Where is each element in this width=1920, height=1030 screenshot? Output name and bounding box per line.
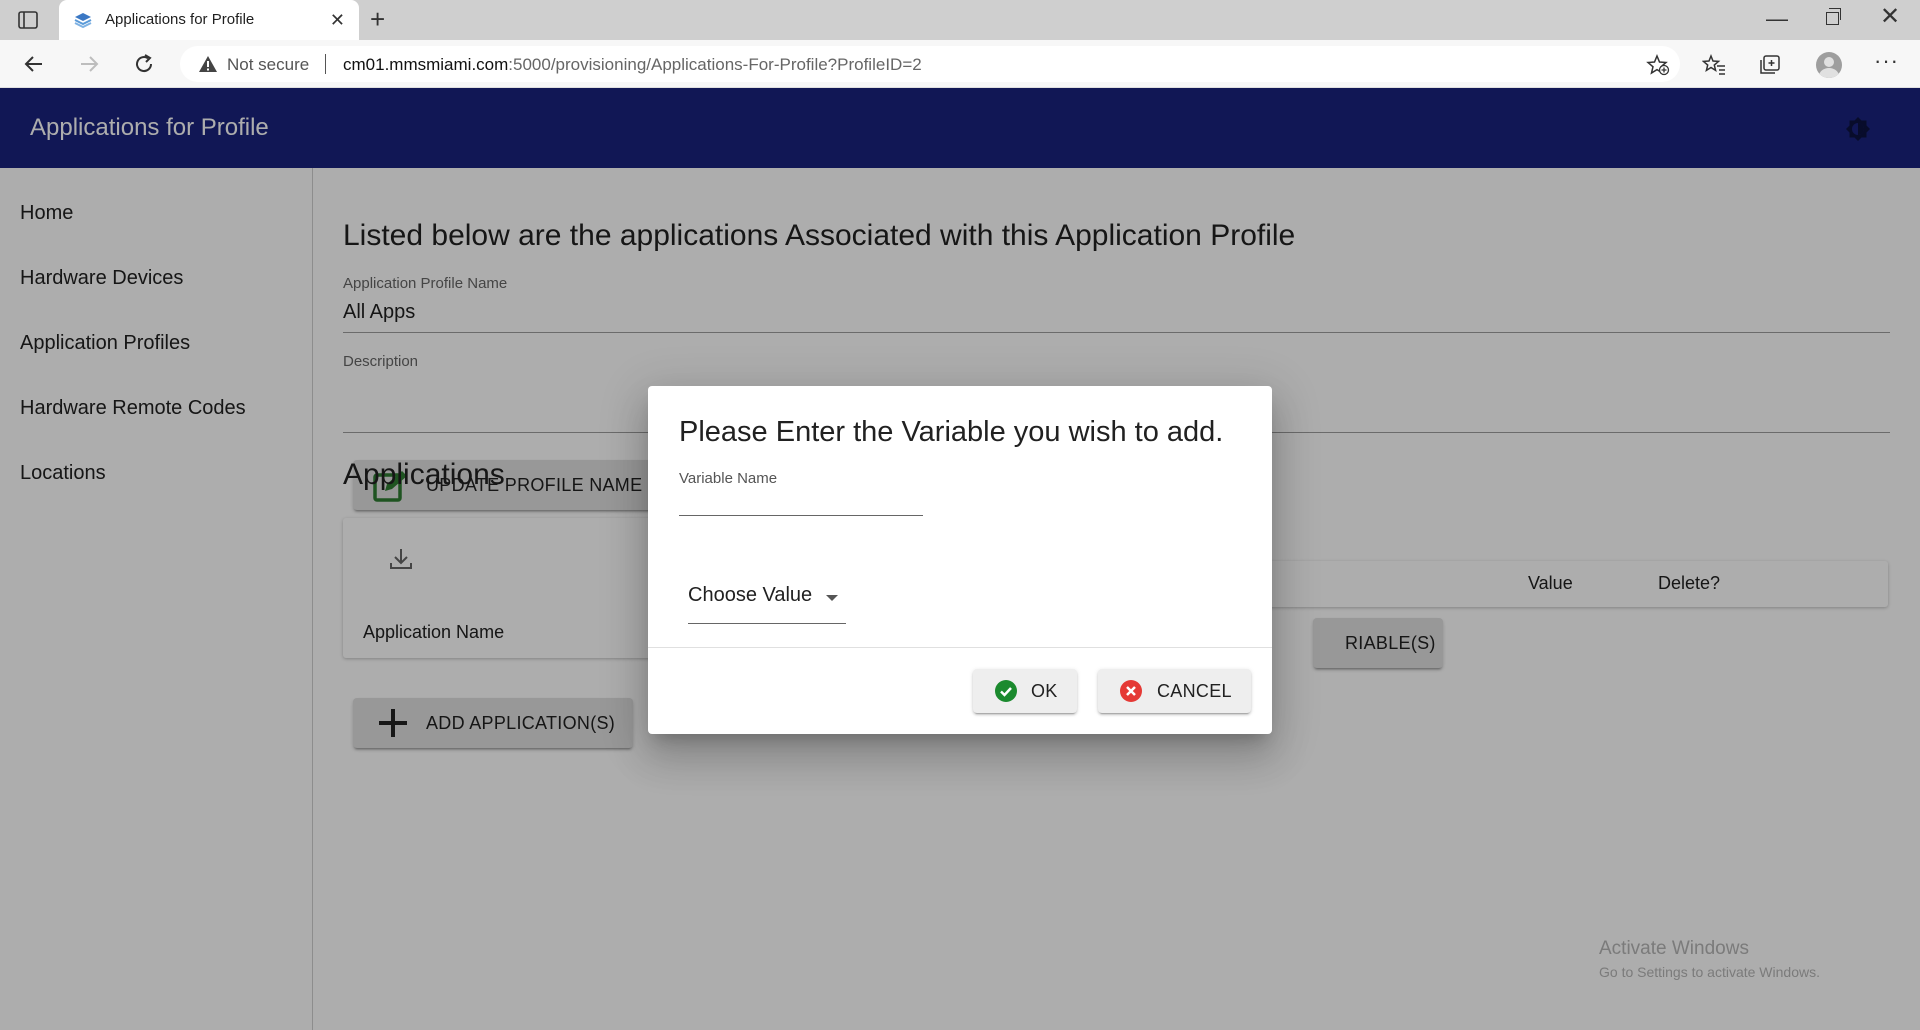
cancel-button[interactable]: CANCEL — [1098, 669, 1251, 713]
choose-value-text: Choose Value — [688, 584, 813, 606]
refresh-icon[interactable] — [132, 52, 156, 81]
not-secure-label[interactable]: Not secure — [227, 55, 309, 75]
tab-title: Applications for Profile — [105, 11, 255, 28]
dialog-title: Please Enter the Variable you wish to ad… — [679, 416, 1224, 448]
new-tab-button[interactable]: + — [370, 6, 385, 32]
tab-actions-icon[interactable] — [16, 9, 40, 31]
window-close-button[interactable]: ✕ — [1880, 4, 1900, 30]
browser-toolbar: Not secure cm01.mmsmiami.com:5000/provis… — [0, 40, 1920, 88]
back-arrow-icon[interactable] — [22, 52, 46, 81]
browser-tab-bar: Applications for Profile ✕ + — ✕ — [0, 0, 1920, 40]
window-restore-button[interactable] — [1826, 8, 1841, 25]
check-circle-icon — [995, 680, 1017, 707]
variable-name-input[interactable] — [679, 492, 923, 516]
tab-close-icon[interactable]: ✕ — [330, 9, 345, 31]
cancel-circle-icon — [1120, 680, 1142, 707]
dropdown-caret-icon — [826, 595, 838, 601]
url-text[interactable]: cm01.mmsmiami.com:5000/provisioning/Appl… — [343, 55, 922, 75]
ok-button[interactable]: OK — [973, 669, 1077, 713]
address-divider — [325, 54, 326, 74]
add-favorite-icon[interactable] — [1646, 54, 1670, 76]
forward-arrow-icon[interactable] — [77, 52, 101, 81]
browser-tab[interactable]: Applications for Profile ✕ — [59, 0, 359, 40]
window-minimize-button[interactable]: — — [1766, 6, 1788, 32]
site-favicon-icon — [73, 11, 93, 29]
favorites-icon[interactable] — [1701, 53, 1726, 76]
add-variable-dialog: Please Enter the Variable you wish to ad… — [648, 386, 1272, 734]
more-options-icon[interactable]: ··· — [1874, 48, 1899, 74]
warning-icon — [198, 55, 218, 73]
profile-avatar-icon[interactable] — [1816, 52, 1842, 78]
choose-value-select[interactable]: Choose Value — [688, 584, 846, 624]
variable-name-label: Variable Name — [679, 470, 778, 487]
collections-icon[interactable] — [1758, 54, 1782, 76]
address-bar[interactable]: Not secure cm01.mmsmiami.com:5000/provis… — [180, 46, 1680, 82]
dialog-divider — [648, 647, 1272, 648]
